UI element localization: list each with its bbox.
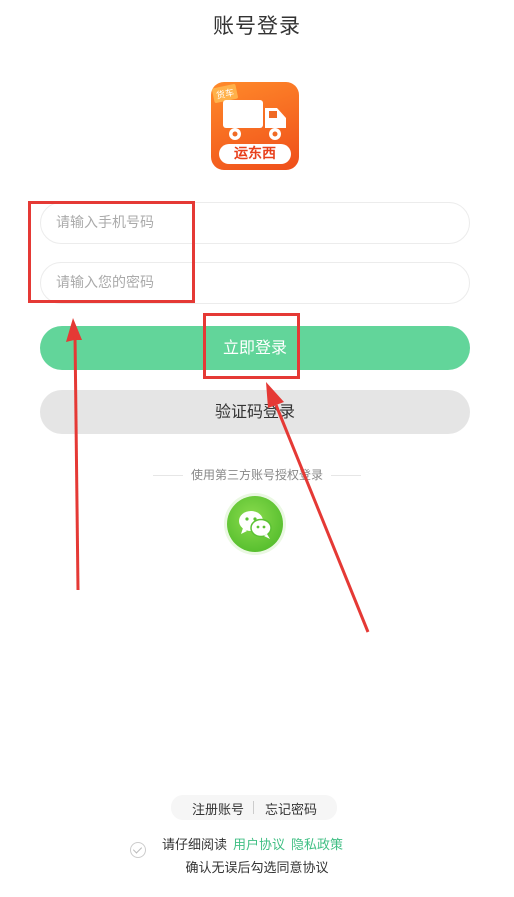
divider-right: [331, 475, 361, 476]
app-logo: 货车 运东西: [211, 82, 299, 170]
register-link[interactable]: 注册账号: [192, 799, 244, 818]
divider-left: [152, 475, 183, 476]
privacy-policy-link[interactable]: 隐私政策: [291, 838, 343, 853]
wechat-login-button[interactable]: [227, 496, 283, 552]
user-agreement-link[interactable]: 用户协议: [233, 838, 285, 853]
annotation-box-login: [203, 313, 300, 379]
third-party-label: 使用第三方账号授权登录: [190, 468, 323, 482]
account-links: 注册账号 忘记密码: [171, 795, 337, 820]
links-divider: [253, 801, 254, 814]
confirm-text: 确认无误后勾选同意协议: [185, 861, 329, 876]
third-party-row: 使用第三方账号授权登录: [0, 466, 514, 483]
agree-checkbox[interactable]: [130, 842, 146, 858]
code-login-button[interactable]: 验证码登录: [40, 390, 470, 434]
wechat-icon: [239, 511, 272, 539]
arrow-shaft-right: [274, 404, 370, 633]
forgot-password-link[interactable]: 忘记密码: [265, 799, 317, 818]
arrow-shaft-left: [73, 334, 80, 591]
logo-brand: 运东西: [219, 144, 291, 164]
truck-icon: [223, 100, 286, 140]
page-title: 账号登录: [213, 14, 301, 38]
agree-prefix: 请仔细阅读: [162, 838, 228, 853]
annotation-box-inputs: [28, 201, 195, 303]
agreement-line: 请仔细阅读 用户协议 隐私政策: [162, 834, 343, 853]
